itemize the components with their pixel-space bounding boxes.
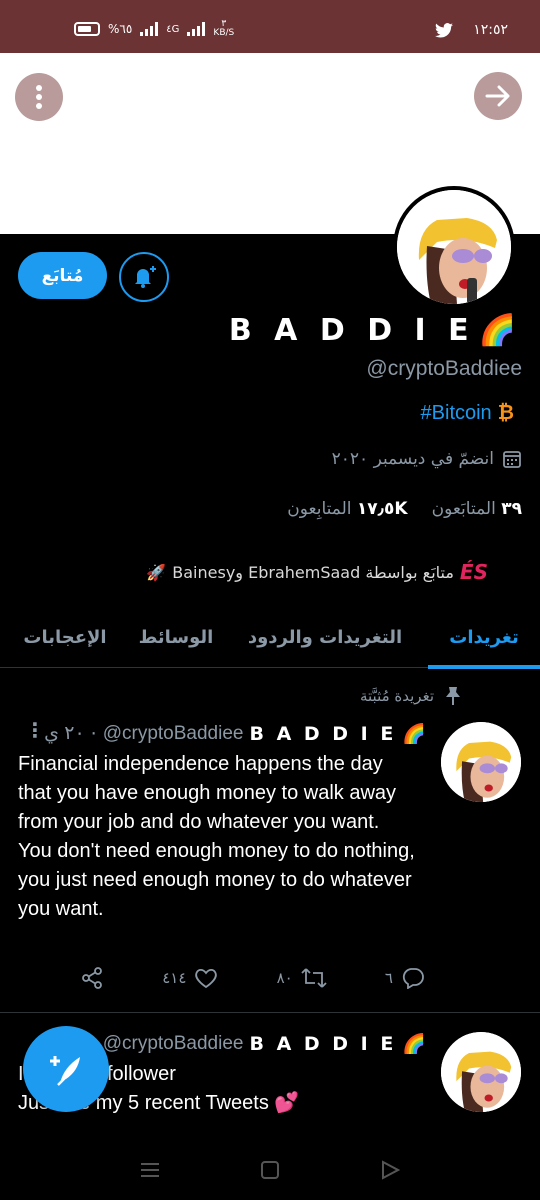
status-left: %٦٥ ٤G ٣ KB/S xyxy=(74,20,234,38)
rainbow-emoji-icon: 🌈 xyxy=(402,723,426,745)
tweet-divider xyxy=(0,1012,540,1013)
compose-tweet-button[interactable] xyxy=(23,1026,109,1112)
tab-tweets-replies[interactable]: التغريدات والردود xyxy=(222,606,428,668)
profile-name-text: B A D D I E xyxy=(228,313,475,348)
pinned-text: تغريدة مُثبَّتة xyxy=(359,687,434,705)
joined-text: انضمّ في ديسمبر ٢٠٢٠ xyxy=(331,449,494,469)
profile-tabs: تغريدات التغريدات والردود الوسائط الإعجا… xyxy=(0,606,540,669)
clock: ١٢:٥٢ xyxy=(473,22,508,38)
tab-media[interactable]: الوسائط xyxy=(130,606,222,668)
like-count: ٤١٤ xyxy=(162,969,187,987)
profile-name: B A D D I E 🌈 xyxy=(229,313,522,348)
share-icon xyxy=(82,967,102,989)
signal-icon xyxy=(140,22,159,36)
feather-plus-icon xyxy=(50,1056,80,1086)
joined-date: انضمّ في ديسمبر ٢٠٢٠ xyxy=(332,449,522,469)
hashtag-link[interactable]: #Bitcoin xyxy=(421,402,492,425)
follow-stats: ٣٩ المتابَعون ١٧٫٥K المتابِعون xyxy=(287,499,522,519)
following-count: ٣٩ xyxy=(501,499,522,519)
following-stat[interactable]: ٣٩ المتابَعون xyxy=(432,499,522,519)
avatar-image xyxy=(441,1032,521,1112)
avatar-image xyxy=(441,722,521,802)
like-button[interactable]: ٤١٤ xyxy=(162,967,218,989)
bell-plus-icon xyxy=(135,266,156,288)
more-options-button[interactable] xyxy=(15,73,63,121)
tab-likes[interactable]: الإعجابات xyxy=(0,606,130,668)
followed-by-text: متابَع بواسطة EbrahemSaad وBainesy xyxy=(172,562,454,582)
profile-handle: @cryptoBaddiee xyxy=(366,357,522,380)
twitter-bird-icon xyxy=(435,22,454,38)
pin-icon xyxy=(446,687,460,705)
back-button[interactable] xyxy=(474,72,522,120)
tweet-author-2: B A D D I E xyxy=(249,1032,397,1055)
pinned-label: تغريدة مُثبَّتة xyxy=(360,686,462,706)
profile-avatar[interactable] xyxy=(393,186,515,308)
followers-label: المتابِعون xyxy=(287,499,352,519)
tweet-header-2: ٢٠ · @cryptoBaddiee B A D D I E 🌈 xyxy=(64,1032,426,1056)
menu-icon[interactable] xyxy=(140,1162,160,1178)
tweet-avatar[interactable] xyxy=(441,722,521,802)
notifications-button[interactable] xyxy=(119,252,169,302)
calendar-icon xyxy=(503,451,521,468)
tweet-handle-2: @cryptoBaddiee xyxy=(102,1032,244,1054)
tweet-actions: ٤١٤ ٨٠ ٦ xyxy=(80,966,425,990)
following-button[interactable]: مُتابَع xyxy=(18,252,107,299)
reply-button[interactable]: ٦ xyxy=(385,967,425,989)
status-bar: %٦٥ ٤G ٣ KB/S ١٢:٥٢ xyxy=(0,0,540,53)
followers-count: ١٧٫٥K xyxy=(356,499,408,519)
network-type: ٤G xyxy=(166,23,180,35)
dot-separator: · xyxy=(90,722,97,745)
arrow-right-icon xyxy=(485,85,510,107)
home-icon[interactable] xyxy=(260,1160,280,1180)
avatar-image xyxy=(397,190,511,304)
tab-tweets[interactable]: تغريدات xyxy=(428,606,540,669)
retweet-button[interactable]: ٨٠ xyxy=(277,967,327,989)
tweet-header: ٢٠ ي · @cryptoBaddiee B A D D I E 🌈 xyxy=(44,722,426,746)
reply-count: ٦ xyxy=(384,969,393,987)
followers-stat[interactable]: ١٧٫٥K المتابِعون xyxy=(287,499,407,519)
follower-avatar-logo: ÉS xyxy=(459,560,488,584)
net-speed: ٣ KB/S xyxy=(213,20,234,38)
following-label: المتابَعون xyxy=(431,499,496,519)
tweet-avatar-2[interactable] xyxy=(441,1032,521,1112)
retweet-icon xyxy=(301,968,327,988)
net-speed-unit: KB/S xyxy=(213,28,235,38)
tweet-handle: @cryptoBaddiee xyxy=(102,722,244,744)
share-button[interactable] xyxy=(80,966,104,990)
rainbow-emoji-icon: 🌈 xyxy=(478,313,522,348)
rocket-emoji-icon: 🚀 xyxy=(146,562,167,582)
tweet-time: ٢٠ ي xyxy=(44,723,85,744)
system-nav-bar xyxy=(0,1140,540,1200)
tweet-more-button[interactable]: ⋮ xyxy=(25,718,45,742)
reply-icon xyxy=(402,968,424,989)
status-right: ١٢:٥٢ xyxy=(435,22,508,38)
profile-bio: #Bitcoin ₿ xyxy=(421,402,514,425)
vertical-dots-icon xyxy=(36,85,42,109)
bitcoin-icon: ₿ xyxy=(497,402,514,424)
tweet-text: Financial independence happens the day t… xyxy=(18,753,415,920)
back-triangle-icon[interactable] xyxy=(380,1160,400,1180)
rainbow-emoji-icon: 🌈 xyxy=(402,1033,426,1055)
signal-icon-2 xyxy=(187,22,206,36)
battery-icon xyxy=(74,22,100,36)
followed-by[interactable]: ÉS متابَع بواسطة EbrahemSaad وBainesy 🚀 xyxy=(146,560,488,584)
retweet-count: ٨٠ xyxy=(276,969,293,987)
tweet-author: B A D D I E xyxy=(249,722,397,745)
battery-level: %٦٥ xyxy=(108,22,133,36)
heart-icon xyxy=(195,968,218,989)
